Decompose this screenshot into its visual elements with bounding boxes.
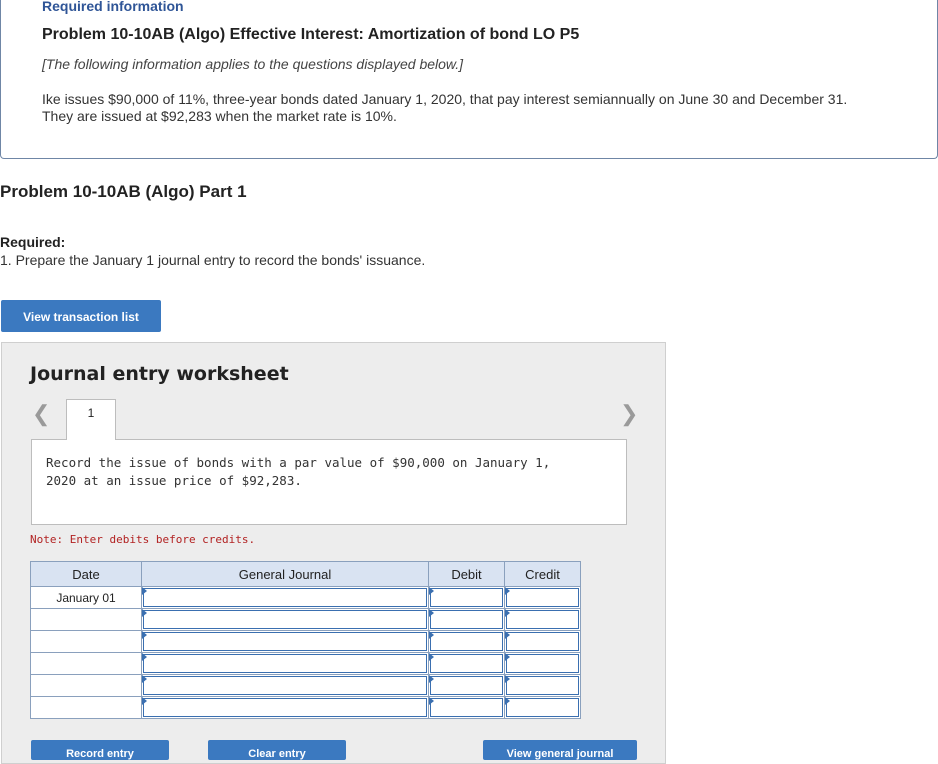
date-cell [30,608,142,631]
required-information-panel: Required information Problem 10-10AB (Al… [0,0,938,159]
credit-input[interactable] [504,586,581,609]
clear-entry-button[interactable]: Clear entry [208,740,346,760]
dropdown-marker-icon [142,631,147,639]
date-cell [30,696,142,719]
input-marker-icon [429,675,434,683]
account-dropdown[interactable] [141,652,429,675]
account-dropdown[interactable] [141,630,429,653]
journal-entry-worksheet: Journal entry worksheet ❮ 1 ❯ Record the… [1,342,666,764]
account-dropdown[interactable] [141,696,429,719]
problem-description: Ike issues $90,000 of 11%, three-year bo… [42,91,848,124]
part-title: Problem 10-10AB (Algo) Part 1 [0,182,247,201]
table-row [30,696,581,719]
table-row [30,674,581,697]
credit-input[interactable] [504,608,581,631]
credit-input[interactable] [504,652,581,675]
input-marker-icon [429,631,434,639]
table-row [30,652,581,675]
dropdown-marker-icon [142,587,147,595]
input-marker-icon [429,587,434,595]
input-marker-icon [505,653,510,661]
input-marker-icon [505,631,510,639]
required-information-heading: Required information [42,0,184,14]
dropdown-marker-icon [142,675,147,683]
account-dropdown[interactable] [141,608,429,631]
debit-input[interactable] [428,674,505,697]
credit-input[interactable] [504,696,581,719]
input-marker-icon [505,587,510,595]
account-dropdown[interactable] [141,674,429,697]
info-note: [The following information applies to th… [42,56,464,72]
input-marker-icon [505,609,510,617]
date-cell [30,630,142,653]
view-general-journal-button[interactable]: View general journal [483,740,637,760]
required-label: Required: [0,234,66,250]
worksheet-title: Journal entry worksheet [30,363,289,385]
dropdown-marker-icon [142,609,147,617]
chevron-left-icon[interactable]: ❮ [32,401,50,427]
debits-note: Note: Enter debits before credits. [30,533,256,546]
input-marker-icon [505,697,510,705]
date-cell [30,652,142,675]
problem-title: Problem 10-10AB (Algo) Effective Interes… [42,26,580,43]
column-header-date: Date [30,561,142,587]
entry-description: Record the issue of bonds with a par val… [46,455,551,488]
column-header-general-journal: General Journal [141,561,429,587]
tab-entry-1[interactable]: 1 [66,399,116,440]
entry-description-box: Record the issue of bonds with a par val… [31,439,627,525]
chevron-right-icon[interactable]: ❯ [620,401,638,427]
table-row [30,608,581,631]
required-instruction: 1. Prepare the January 1 journal entry t… [0,252,426,268]
debit-input[interactable] [428,652,505,675]
credit-input[interactable] [504,630,581,653]
date-cell [30,674,142,697]
dropdown-marker-icon [142,653,147,661]
input-marker-icon [429,697,434,705]
account-dropdown[interactable] [141,586,429,609]
table-row [30,630,581,653]
debit-input[interactable] [428,696,505,719]
journal-table: Date General Journal Debit Credit Januar… [30,561,581,719]
credit-input[interactable] [504,674,581,697]
record-entry-button[interactable]: Record entry [31,740,169,760]
view-transaction-list-button[interactable]: View transaction list [1,300,161,332]
input-marker-icon [429,609,434,617]
column-header-credit: Credit [504,561,581,587]
dropdown-marker-icon [142,697,147,705]
input-marker-icon [429,653,434,661]
date-cell: January 01 [30,586,142,609]
debit-input[interactable] [428,608,505,631]
column-header-debit: Debit [428,561,505,587]
debit-input[interactable] [428,630,505,653]
input-marker-icon [505,675,510,683]
debit-input[interactable] [428,586,505,609]
table-row: January 01 [30,586,581,609]
